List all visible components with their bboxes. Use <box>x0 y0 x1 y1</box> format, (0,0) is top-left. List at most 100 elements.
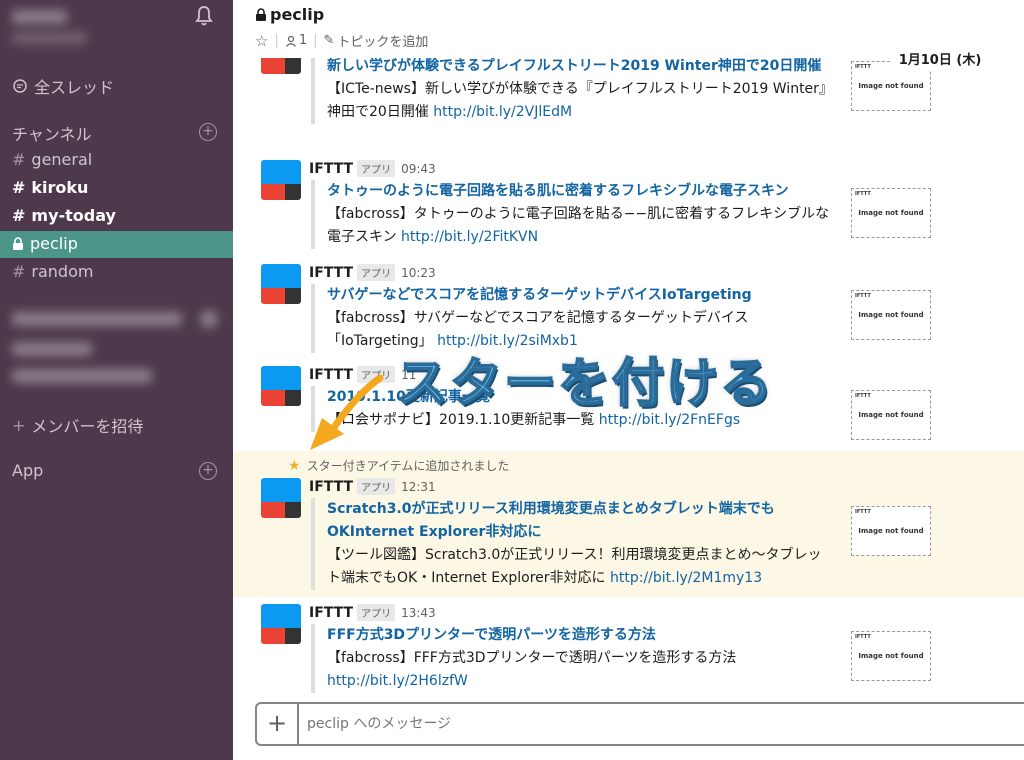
app-badge: アプリ <box>357 604 396 621</box>
thumb-not-found: Image not found <box>858 411 924 419</box>
message-header: IFTTT アプリ 09:43 <box>309 160 436 177</box>
all-threads-item[interactable]: 全スレッド <box>12 74 114 98</box>
hash-icon: # <box>12 178 26 197</box>
sidebar-item-random[interactable]: # random <box>12 262 93 281</box>
avatar[interactable] <box>261 478 301 518</box>
invite-members-item[interactable]: + メンバーを招待 <box>12 413 143 437</box>
thumb-not-found: Image not found <box>858 209 924 217</box>
add-topic-label: トピックを追加 <box>337 35 429 50</box>
sidebar-item-my-today[interactable]: # my-today <box>12 206 116 225</box>
app-badge: アプリ <box>357 160 396 177</box>
thumb-not-found: Image not found <box>858 82 924 90</box>
message-attachment: タトゥーのように電子回路を貼る肌に密着するフレキシブルな電子スキン 【fabcr… <box>311 180 831 249</box>
avatar[interactable] <box>261 58 301 74</box>
threads-icon <box>13 79 27 93</box>
thumb-not-found: Image not found <box>858 311 924 319</box>
annotation-text: スターを付ける <box>395 353 775 415</box>
attachment-title[interactable]: 新しい学びが体験できるプレイフルストリート2019 Winter神田で20日開催 <box>327 58 831 78</box>
message-attachment: 新しい学びが体験できるプレイフルストリート2019 Winter神田で20日開催… <box>311 58 831 124</box>
dm-heading-blurred[interactable] <box>12 312 182 326</box>
channel-label: random <box>31 262 94 281</box>
attachment-link[interactable]: http://bit.ly/2M1my13 <box>610 570 762 586</box>
user-name-blurred[interactable] <box>12 32 87 44</box>
add-topic-button[interactable]: ✎ トピックを追加 <box>324 31 429 50</box>
avatar[interactable] <box>261 604 301 644</box>
lock-icon <box>13 236 23 250</box>
attachment-thumbnail[interactable]: IFTTT Image not found <box>851 506 931 556</box>
app-heading[interactable]: App <box>12 461 43 480</box>
attachment-thumbnail[interactable]: IFTTT Image not found <box>851 290 931 340</box>
add-app-icon[interactable]: + <box>199 462 217 480</box>
channel-label: peclip <box>30 234 78 253</box>
workspace-name-blurred[interactable] <box>12 10 67 24</box>
message-input[interactable] <box>307 704 807 744</box>
message-composer: + <box>233 698 1024 760</box>
dm-item-blurred[interactable] <box>12 342 92 356</box>
thumb-brand: IFTTT <box>855 509 871 515</box>
sender-name[interactable]: IFTTT <box>309 605 353 621</box>
sender-name[interactable]: IFTTT <box>309 161 353 177</box>
divider: | <box>313 33 318 48</box>
sender-name[interactable]: IFTTT <box>309 479 353 495</box>
annotation-arrow-icon <box>310 374 384 450</box>
attach-plus-button[interactable]: + <box>257 704 299 744</box>
channel-label: my-today <box>31 206 116 225</box>
app-heading-label: App <box>12 461 44 480</box>
bell-icon[interactable] <box>192 4 216 28</box>
message-attachment: FFF方式3Dプリンターで透明パーツを造形する方法 【fabcross】FFF方… <box>311 624 831 693</box>
attachment-link[interactable]: http://bit.ly/2H6lzfW <box>327 673 468 689</box>
attachment-thumbnail[interactable]: IFTTT Image not found <box>851 390 931 440</box>
hash-icon: # <box>12 150 26 169</box>
attachment-body: 【fabcross】FFF方式3Dプリンターで透明パーツを造形する方法 <box>327 650 737 666</box>
star-filled-icon[interactable]: ★ <box>288 458 301 474</box>
channels-heading[interactable]: チャンネル <box>12 121 92 145</box>
avatar[interactable] <box>261 366 301 406</box>
sidebar-item-peclip[interactable]: peclip <box>12 234 78 253</box>
dm-item-blurred[interactable] <box>12 369 152 383</box>
starred-notice-text: スター付きアイテムに追加されました <box>306 459 510 473</box>
attachment-body: 【ICTe-news】新しい学びが体験できる『プレイフルストリート2019 Wi… <box>327 81 826 120</box>
attachment-title[interactable]: サバゲーなどでスコアを記憶するターゲットデバイスIoTargeting <box>327 284 831 307</box>
attachment-thumbnail[interactable]: IFTTT Image not found <box>851 188 931 238</box>
message-header: IFTTT アプリ 13:43 <box>309 604 436 621</box>
app-badge: アプリ <box>357 478 396 495</box>
attachment-thumbnail[interactable]: IFTTT Image not found <box>851 631 931 681</box>
sidebar-item-kiroku[interactable]: # kiroku <box>12 178 88 197</box>
member-count-button[interactable]: 1 <box>285 33 307 48</box>
add-channel-icon[interactable]: + <box>199 123 217 141</box>
avatar[interactable] <box>261 264 301 304</box>
message-attachment: Scratch3.0が正式リリース利用環境変更点まとめタブレット端末でもOKIn… <box>311 498 831 590</box>
timestamp[interactable]: 13:43 <box>401 606 436 620</box>
timestamp[interactable]: 12:31 <box>401 480 436 494</box>
sender-name[interactable]: IFTTT <box>309 265 353 281</box>
attachment-title[interactable]: Scratch3.0が正式リリース利用環境変更点まとめタブレット端末でもOKIn… <box>327 498 831 544</box>
thumb-brand: IFTTT <box>855 634 871 640</box>
channel-meta: ☆ | 1 | ✎ トピックを追加 <box>255 31 429 51</box>
message-header: IFTTT アプリ 12:31 <box>309 478 436 495</box>
channel-title[interactable]: peclip <box>255 5 324 24</box>
thumb-brand: IFTTT <box>855 191 871 197</box>
thumb-brand: IFTTT <box>855 293 871 299</box>
star-icon[interactable]: ☆ <box>255 32 268 50</box>
attachment-title[interactable]: FFF方式3Dプリンターで透明パーツを造形する方法 <box>327 624 831 647</box>
app-badge: アプリ <box>357 264 396 281</box>
attachment-link[interactable]: http://bit.ly/2VJlEdM <box>433 104 572 120</box>
thumb-brand: IFTTT <box>855 64 871 70</box>
divider: | <box>274 33 279 48</box>
thumb-brand: IFTTT <box>855 393 871 399</box>
channels-heading-label: チャンネル <box>12 125 92 144</box>
timestamp[interactable]: 09:43 <box>401 162 436 176</box>
sidebar-item-general[interactable]: # general <box>12 150 92 169</box>
timestamp[interactable]: 10:23 <box>401 266 436 280</box>
all-threads-label: 全スレッド <box>34 78 115 97</box>
channel-label: kiroku <box>31 178 89 197</box>
plus-icon: + <box>12 415 26 435</box>
thumb-not-found: Image not found <box>858 652 924 660</box>
attachment-title[interactable]: タトゥーのように電子回路を貼る肌に密着するフレキシブルな電子スキン <box>327 180 831 203</box>
add-dm-blurred[interactable] <box>200 310 218 328</box>
message-header: IFTTT アプリ 10:23 <box>309 264 436 281</box>
attachment-link[interactable]: http://bit.ly/2FitKVN <box>401 229 538 245</box>
avatar[interactable] <box>261 160 301 200</box>
invite-members-label: メンバーを招待 <box>31 417 144 436</box>
thumb-not-found: Image not found <box>858 527 924 535</box>
